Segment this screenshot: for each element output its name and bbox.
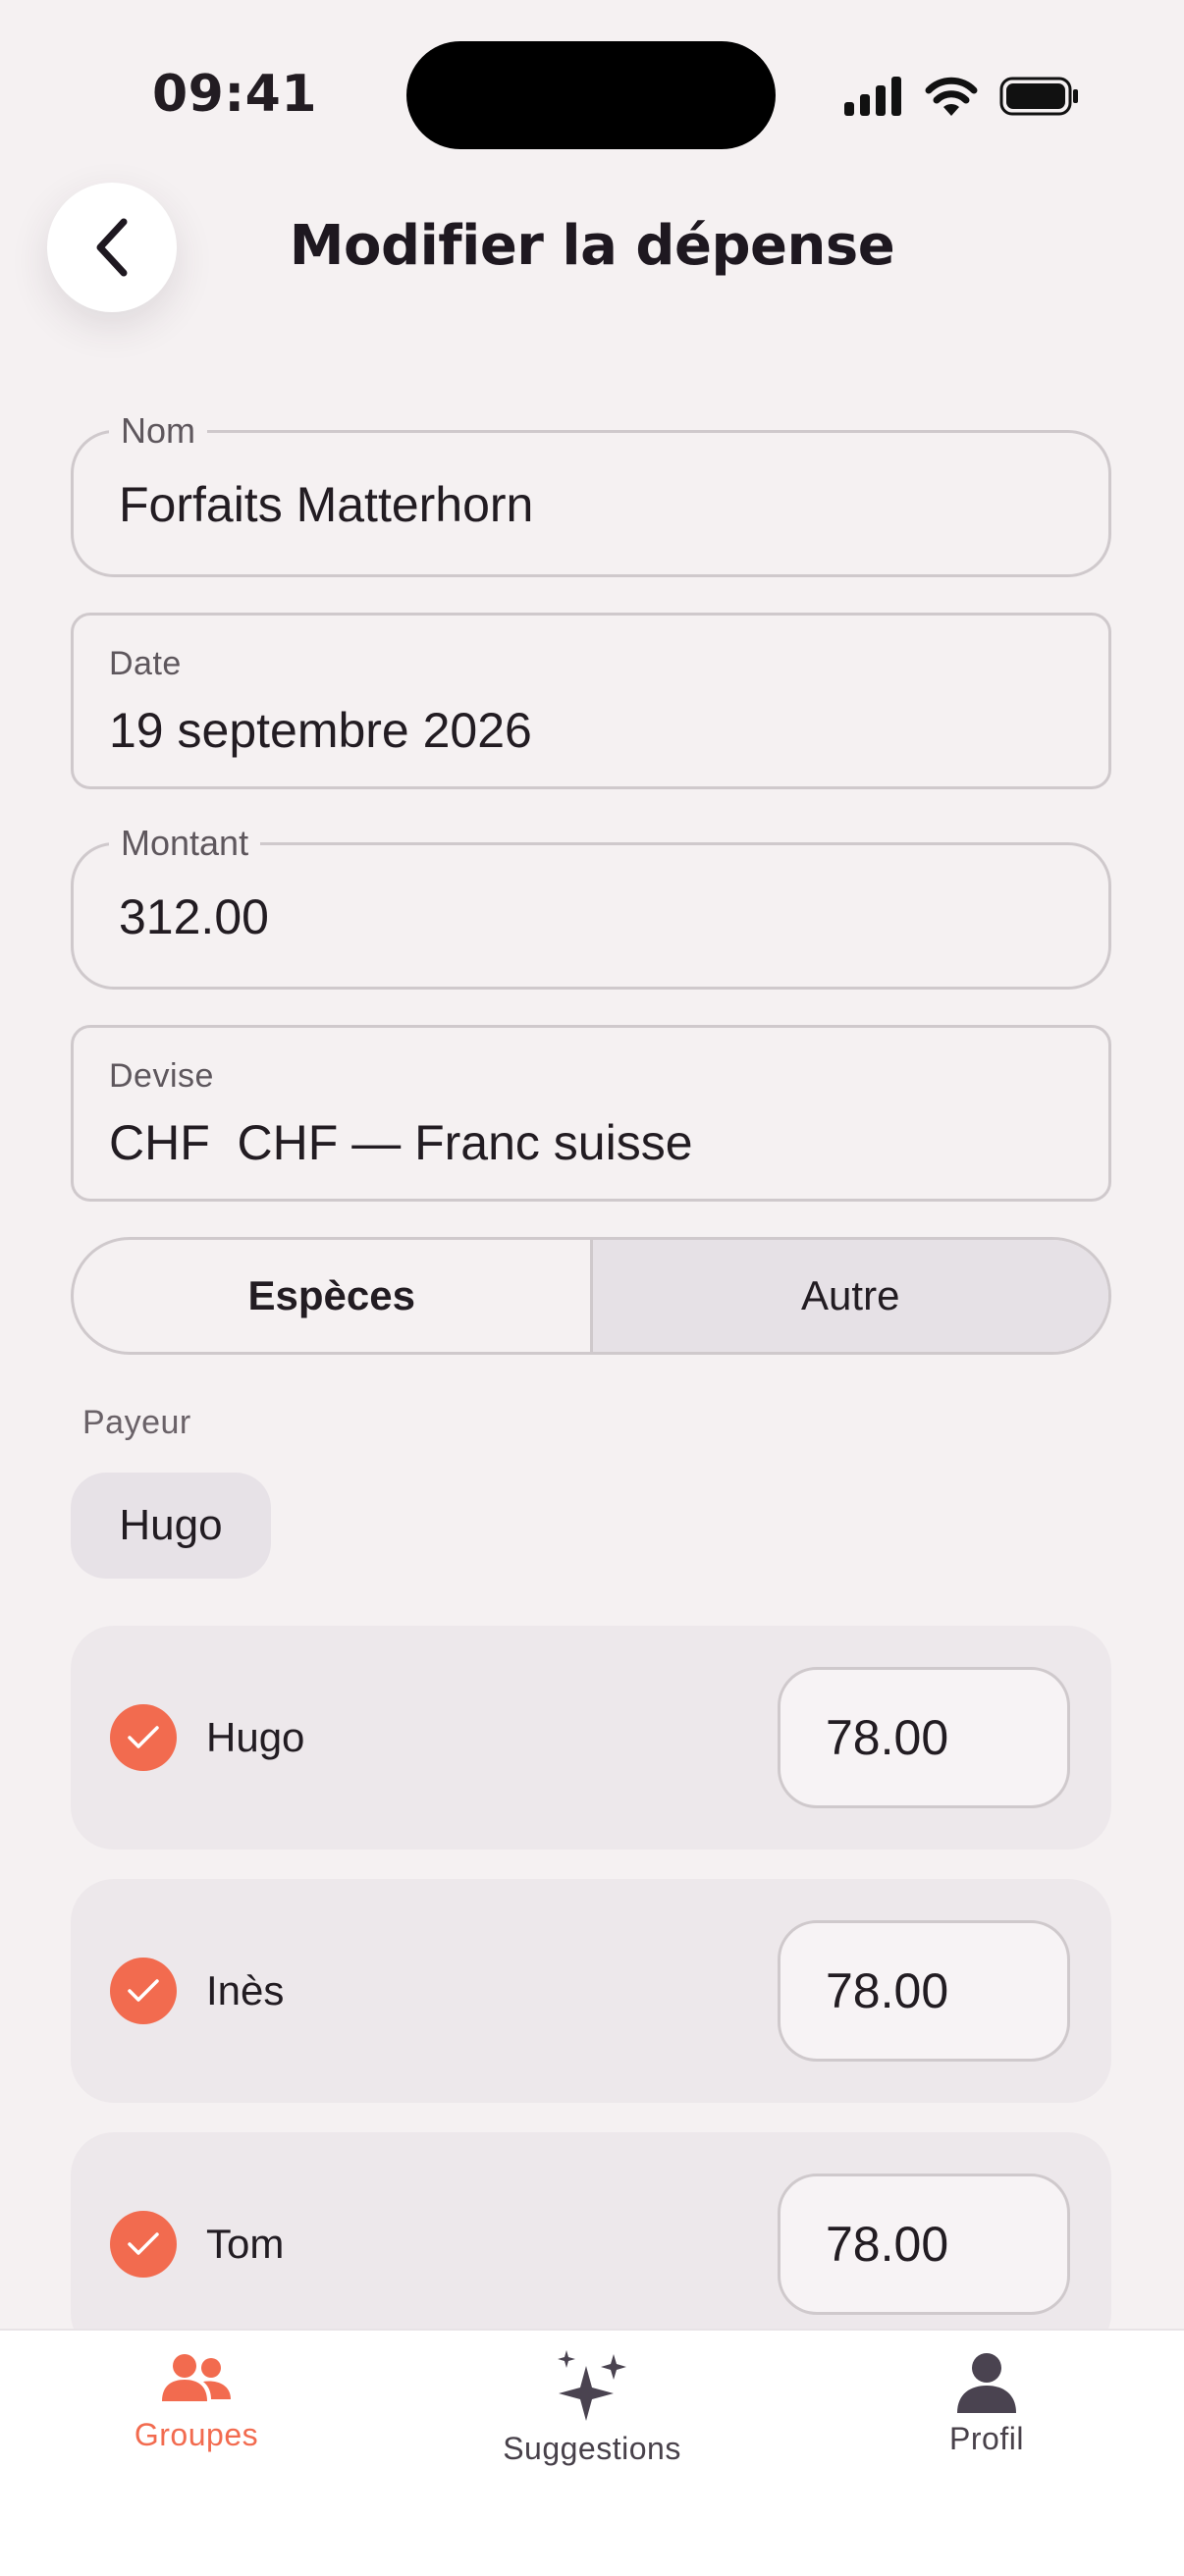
name-field-value: Forfaits Matterhorn [119,477,534,532]
checkbox-checked[interactable] [110,2211,177,2278]
participant-amount-input[interactable]: 78.00 [778,1920,1070,2062]
tab-groupes[interactable]: Groupes [49,2350,344,2453]
cellular-signal-icon [844,77,901,116]
currency-field-value: CHF CHF — Franc suisse [109,1115,693,1170]
participant-name: Tom [206,2221,285,2267]
name-field-label: Nom [109,409,208,453]
payer-label: Payeur [82,1404,191,1441]
profile-icon [957,2353,1016,2413]
date-field-label: Date [109,645,182,682]
participant-row: Inès 78.00 [71,1879,1111,2103]
tab-profil-label: Profil [949,2421,1024,2456]
participant-row: Tom 78.00 [71,2132,1111,2356]
tab-groupes-label: Groupes [134,2417,259,2452]
tab-profil[interactable]: Profil [839,2350,1134,2457]
checkmark-icon [128,1726,159,1748]
status-time: 09:41 [152,65,318,124]
checkmark-icon [128,1979,159,2002]
checkmark-icon [128,2232,159,2255]
amount-field-label: Montant [109,822,261,865]
name-field[interactable]: Nom Forfaits Matterhorn [71,409,1111,577]
checkbox-checked[interactable] [110,1958,177,2024]
amount-field-value: 312.00 [119,889,269,944]
participant-name: Hugo [206,1714,305,1760]
sparkles-icon [558,2350,626,2421]
wifi-icon [925,77,978,116]
page-title: Modifier la dépense [289,214,895,278]
payment-option-other[interactable]: Autre [589,1240,1108,1352]
status-icons [844,75,1080,118]
checkbox-checked[interactable] [110,1704,177,1771]
participant-row: Hugo 78.00 [71,1626,1111,1850]
payment-method-toggle[interactable]: Espèces Autre [71,1237,1111,1355]
currency-field[interactable]: Devise CHF CHF — Franc suisse [71,1025,1111,1202]
amount-field[interactable]: Montant 312.00 [71,822,1111,990]
participant-amount-input[interactable]: 78.00 [778,1667,1070,1808]
date-field-value: 19 septembre 2026 [109,703,532,758]
currency-field-label: Devise [109,1057,214,1095]
date-field[interactable]: Date 19 septembre 2026 [71,613,1111,789]
payment-option-cash[interactable]: Espèces [74,1240,590,1352]
groups-icon [162,2354,231,2401]
tab-suggestions-label: Suggestions [503,2431,681,2466]
dynamic-island [406,41,776,149]
battery-icon [999,77,1078,116]
participant-amount-input[interactable]: 78.00 [778,2174,1070,2315]
payer-chip[interactable]: Hugo [71,1473,271,1579]
tab-suggestions[interactable]: Suggestions [445,2350,739,2467]
participant-name: Inès [206,1967,285,2013]
